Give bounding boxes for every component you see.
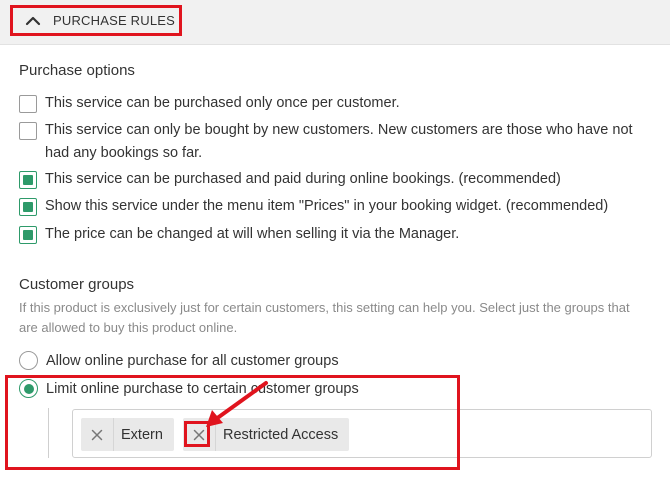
purchase-options-title: Purchase options [19, 62, 135, 79]
option-label: Show this service under the menu item "P… [45, 198, 609, 214]
group-tag-restricted-access: Restricted Access [183, 418, 350, 451]
section-title-purchase-rules: PURCHASE RULES [53, 13, 175, 28]
option-online-booking-purchase[interactable]: This service can be purchased and paid d… [19, 170, 659, 191]
option-label: This service can be purchased and paid d… [45, 171, 561, 187]
radio-limit-groups[interactable]: Limit online purchase to certain custome… [19, 379, 359, 398]
tag-label: Extern [121, 426, 163, 443]
checkbox-checked-mark [23, 230, 33, 240]
customer-groups-tag-input[interactable]: Extern Restricted Access [72, 409, 652, 458]
indent-line [48, 408, 49, 458]
group-tag-extern: Extern [81, 418, 174, 451]
option-once-per-customer[interactable]: This service can be purchased only once … [19, 94, 649, 115]
radio-allow-all-groups[interactable]: Allow online purchase for all customer g… [19, 351, 339, 370]
option-new-customers-only[interactable]: This service can only be bought by new c… [19, 121, 649, 165]
tag-label: Restricted Access [223, 426, 339, 443]
radio-label: Allow online purchase for all customer g… [46, 352, 339, 369]
purchase-rules-toggle[interactable]: PURCHASE RULES [10, 5, 182, 36]
checkbox-once-per-customer[interactable] [19, 95, 37, 113]
option-price-changeable[interactable]: The price can be changed at will when se… [19, 225, 659, 246]
checkbox-checked-mark [23, 175, 33, 185]
close-icon [91, 429, 103, 440]
option-label: The price can be changed at will when se… [45, 226, 460, 242]
radio-label: Limit online purchase to certain custome… [46, 380, 359, 397]
checkbox-new-customers-only[interactable] [19, 122, 37, 140]
radio-button-limit[interactable] [19, 379, 38, 398]
radio-selected-dot [23, 383, 34, 394]
remove-restricted-access-button[interactable] [183, 418, 216, 451]
checkbox-price-changeable[interactable] [19, 226, 37, 244]
checkbox-show-under-prices[interactable] [19, 198, 37, 216]
radio-button-allow-all[interactable] [19, 351, 38, 370]
checkbox-checked-mark [23, 202, 33, 212]
checkbox-online-booking-purchase[interactable] [19, 171, 37, 189]
option-label: This service can be purchased only once … [45, 95, 400, 111]
customer-groups-description: If this product is exclusively just for … [19, 300, 630, 335]
chevron-up-icon [13, 8, 53, 33]
option-show-under-prices[interactable]: Show this service under the menu item "P… [19, 197, 664, 218]
purchase-rules-header: PURCHASE RULES [0, 0, 670, 45]
remove-extern-button[interactable] [81, 418, 114, 451]
close-icon [193, 429, 205, 440]
option-label: This service can only be bought by new c… [45, 122, 633, 161]
customer-groups-title: Customer groups [19, 276, 135, 293]
